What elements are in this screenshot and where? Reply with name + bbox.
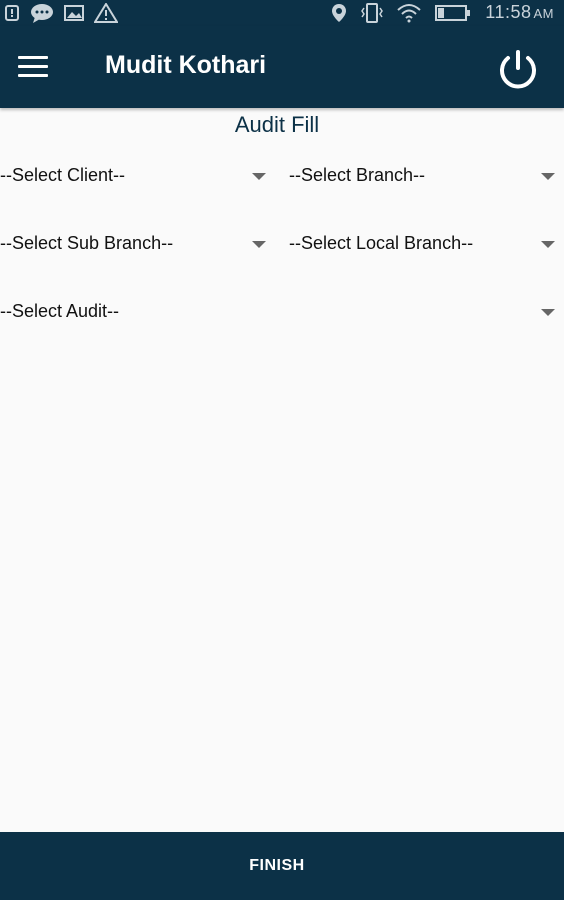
select-audit-dropdown[interactable]: --Select Audit-- bbox=[0, 296, 559, 330]
notification-icon bbox=[5, 5, 19, 21]
wifi-icon bbox=[397, 3, 421, 22]
chevron-down-icon bbox=[252, 241, 266, 248]
hamburger-menu-icon[interactable] bbox=[18, 56, 48, 78]
chat-icon bbox=[31, 4, 53, 23]
finish-button[interactable]: FINISH bbox=[0, 832, 564, 900]
status-bar: 11:58 AM bbox=[0, 0, 564, 26]
status-left-icons bbox=[4, 3, 118, 23]
app-bar: Mudit Kothari bbox=[0, 26, 564, 108]
status-right-icons: 11:58 AM bbox=[331, 2, 554, 23]
select-sub-branch-dropdown[interactable]: --Select Sub Branch-- bbox=[0, 228, 270, 262]
page-title: Audit Fill bbox=[234, 112, 320, 137]
power-icon[interactable] bbox=[496, 48, 540, 92]
app-title: Mudit Kothari bbox=[105, 51, 267, 79]
chevron-down-icon bbox=[541, 309, 555, 316]
chevron-down-icon bbox=[541, 241, 555, 248]
select-audit-label: --Select Audit-- bbox=[0, 301, 120, 321]
select-local-branch-label: --Select Local Branch-- bbox=[289, 233, 474, 253]
chevron-down-icon bbox=[541, 173, 555, 180]
select-branch-dropdown[interactable]: --Select Branch-- bbox=[289, 160, 559, 194]
chevron-down-icon bbox=[252, 173, 266, 180]
select-client-label: --Select Client-- bbox=[0, 165, 126, 185]
warning-icon bbox=[94, 3, 118, 23]
select-client-dropdown[interactable]: --Select Client-- bbox=[0, 160, 270, 194]
select-sub-branch-label: --Select Sub Branch-- bbox=[0, 233, 174, 253]
vibrate-icon bbox=[361, 2, 384, 23]
select-local-branch-dropdown[interactable]: --Select Local Branch-- bbox=[289, 228, 559, 262]
finish-label: FINISH bbox=[249, 857, 305, 874]
status-time: 11:58 AM bbox=[485, 2, 554, 22]
battery-icon bbox=[435, 4, 471, 21]
location-icon bbox=[332, 3, 347, 22]
select-branch-label: --Select Branch-- bbox=[289, 165, 426, 185]
image-icon bbox=[64, 5, 84, 21]
